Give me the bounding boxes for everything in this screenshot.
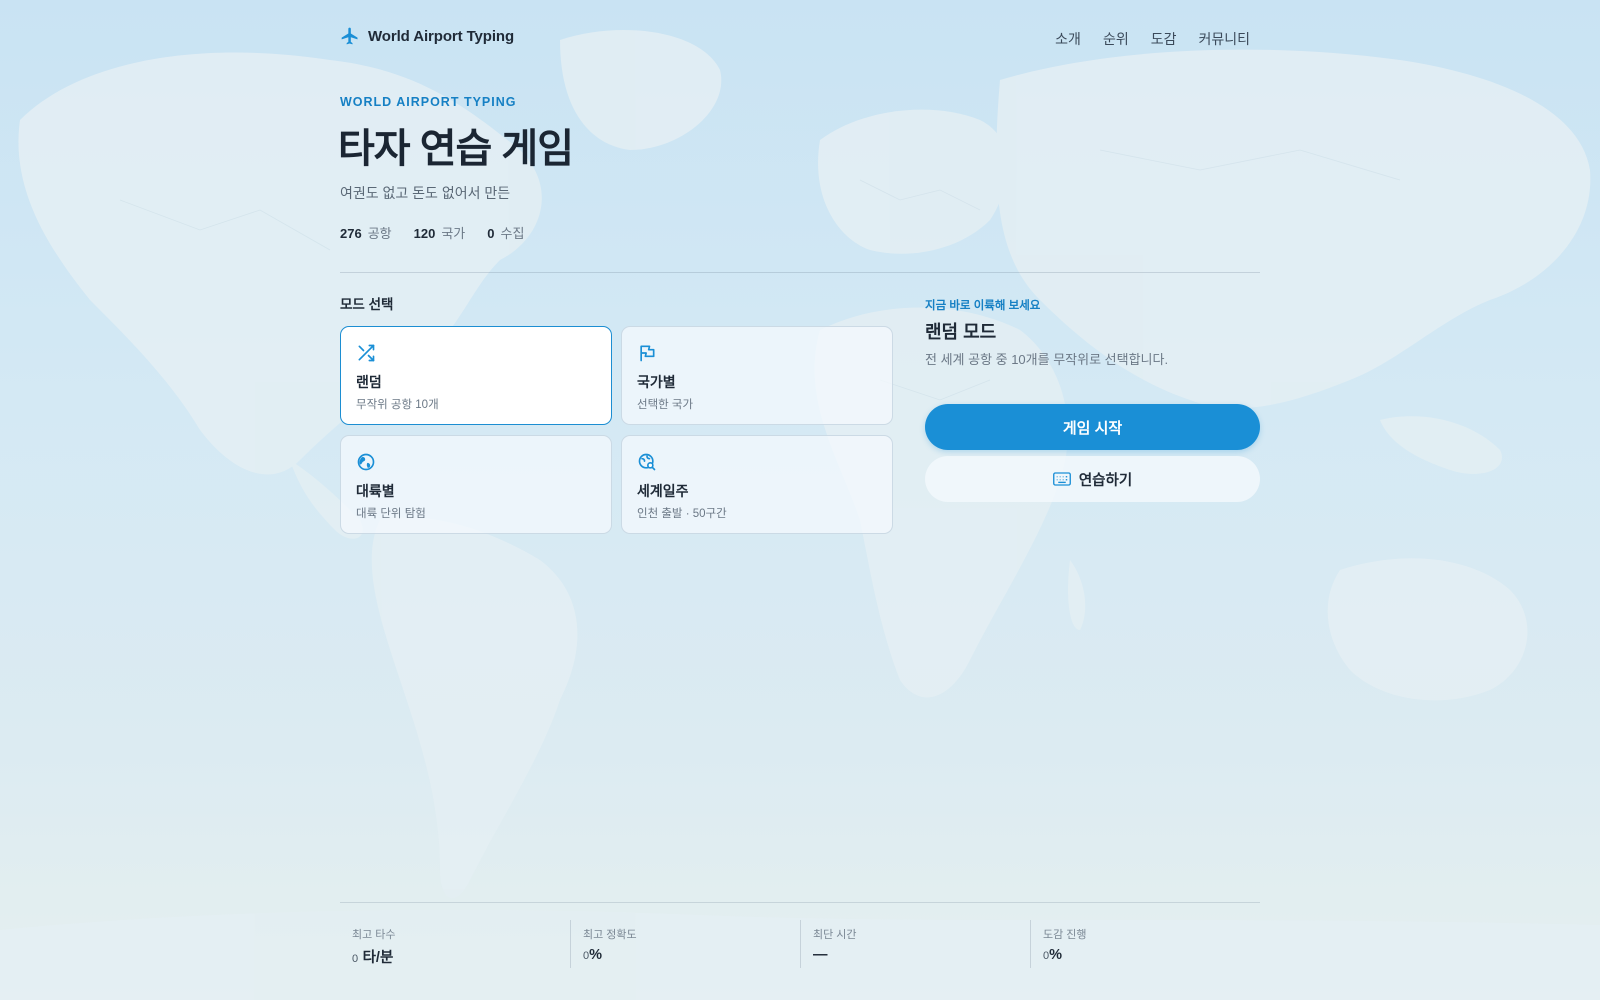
stat-countries: 120 국가 [414,223,466,242]
shuffle-icon [358,344,375,362]
page: World Airport Typing 소개 순위 도감 커뮤니티 WORLD… [0,0,1600,1000]
nav-item-about[interactable]: 소개 [1055,29,1081,49]
best-accuracy-stat: 최고 정확도 0% [570,920,800,968]
best-time-stat: 최단 시간 — [800,920,1030,968]
bottom-divider [340,902,1260,903]
start-game-button[interactable]: 게임 시작 [925,404,1260,450]
nav-item-community[interactable]: 커뮤니티 [1198,29,1250,49]
nav-item-ranking[interactable]: 순위 [1103,29,1129,49]
mode-name: 대륙별 [356,483,395,499]
mode-heading: 모드 선택 [340,297,394,312]
brand-name: World Airport Typing [368,27,515,45]
selected-mode-desc: 전 세계 공항 중 10개를 무작위로 선택합니다. [925,352,1169,367]
stat-collected-label: 수집 [500,226,525,241]
mode-desc: 무작위 공항 10개 [356,399,439,411]
stat-collected: 0 수집 [487,223,524,242]
top-nav: 소개 순위 도감 커뮤니티 [1055,29,1250,49]
collection-progress-value: 0% [1043,946,1260,964]
stat-airports: 276 공항 [340,223,392,242]
mode-card-country[interactable]: 국가별 선택한 국가 [621,326,893,425]
mode-name: 랜덤 [356,374,382,390]
start-game-label: 게임 시작 [1062,419,1123,437]
keyboard-icon [1052,472,1071,486]
hero-stats: 276 공항 120 국가 0 수집 [340,223,524,242]
mode-card-continent[interactable]: 대륙별 대륙 단위 탐험 [340,435,612,534]
page-title: 타자 연습 게임 [338,127,574,171]
mode-desc: 선택한 국가 [637,399,694,411]
mode-name: 국가별 [637,374,676,390]
hero-eyebrow: WORLD AIRPORT TYPING [340,95,517,109]
collection-progress-label: 도감 진행 [1043,929,1087,941]
best-wpm-number: 0 [352,953,359,965]
practice-label: 연습하기 [1078,472,1133,489]
brand-logo[interactable]: World Airport Typing [340,26,514,46]
collection-progress-stat: 도감 진행 0% [1030,920,1260,968]
best-accuracy-unit: % [589,947,603,963]
mode-desc: 대륙 단위 탐험 [356,508,426,520]
best-wpm-value: 0 타/분 [352,946,570,967]
best-time-value: — [813,946,1030,964]
best-wpm-stat: 최고 타수 0 타/분 [340,920,570,968]
flag-icon [640,345,655,362]
stat-airports-label: 공항 [367,226,392,241]
nav-item-collection[interactable]: 도감 [1151,29,1177,49]
stat-collected-value: 0 [487,226,495,241]
stat-countries-value: 120 [413,226,436,241]
mode-card-world-tour[interactable]: 세계일주 인천 출발 · 50구간 [621,435,893,534]
best-accuracy-label: 최고 정확도 [583,929,637,941]
best-accuracy-value: 0% [583,946,800,964]
section-divider [340,272,1260,273]
stat-countries-label: 국가 [441,226,466,241]
collection-progress-unit: % [1049,947,1063,963]
stat-airports-value: 276 [340,226,362,241]
mode-card-random[interactable]: 랜덤 무작위 공항 10개 [340,326,612,425]
best-time-label: 최단 시간 [813,929,857,941]
hero-subtitle: 여권도 없고 돈도 없어서 만든 [340,185,511,201]
mode-name: 세계일주 [637,483,689,499]
cta-eyebrow: 지금 바로 이륙해 보세요 [925,300,1041,312]
practice-button[interactable]: 연습하기 [925,456,1260,502]
best-wpm-label: 최고 타수 [352,929,396,941]
best-time-unit: — [813,947,828,963]
globe-search-icon [638,453,656,471]
airplane-icon [341,27,358,45]
globe-icon [357,453,375,471]
best-wpm-unit: 타/분 [362,950,394,966]
selected-mode-title: 랜덤 모드 [925,322,997,342]
mode-desc: 인천 출발 · 50구간 [637,508,727,520]
